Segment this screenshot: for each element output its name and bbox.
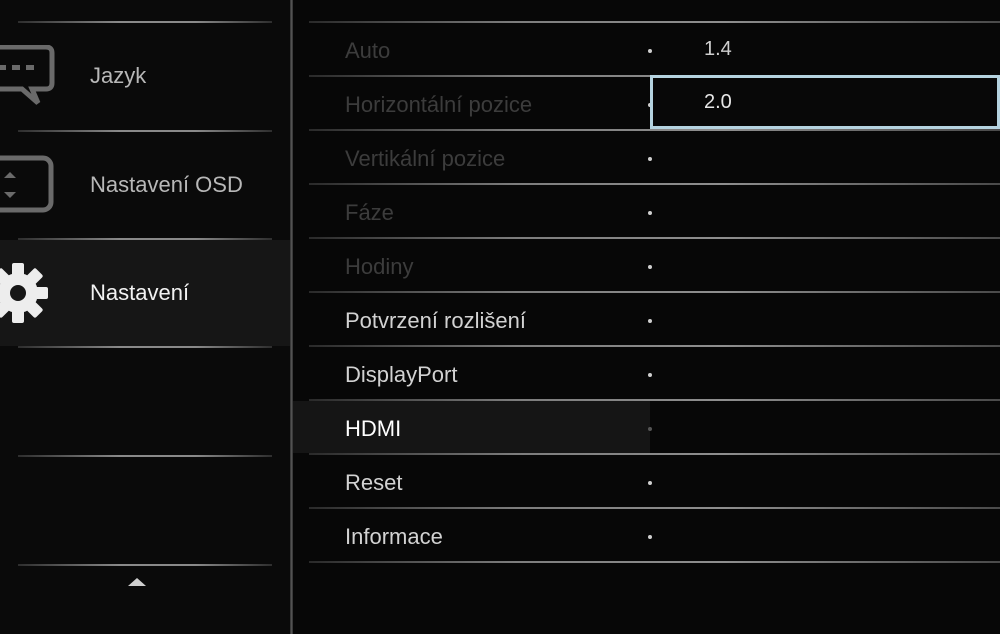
- bullet-icon: [648, 157, 652, 161]
- sidebar-item-jazyk[interactable]: Jazyk: [0, 23, 290, 129]
- menu-item-label: Auto: [345, 38, 391, 63]
- gear-icon: [0, 263, 48, 323]
- menu-item-hdmi[interactable]: HDMI: [293, 399, 1000, 453]
- row-divider: [309, 453, 1000, 455]
- bullet-icon: [648, 319, 652, 323]
- menu-item-label: Horizontální pozice: [345, 92, 533, 117]
- bullet-icon: [648, 211, 652, 215]
- sidebar-item-nastaveni-osd[interactable]: Nastavení OSD: [0, 132, 290, 238]
- osd-frame-icon: [0, 155, 54, 213]
- option-1-4[interactable]: 1.4: [650, 22, 1000, 76]
- sidebar-divider: [18, 455, 272, 457]
- bullet-icon: [648, 481, 652, 485]
- sidebar-item-label: Nastavení OSD: [90, 172, 243, 197]
- menu-item-label: Reset: [345, 470, 403, 495]
- menu-item-label: Fáze: [345, 200, 394, 225]
- menu-item-label: Potvrzení rozlišení: [345, 308, 526, 333]
- menu-item-label: HDMI: [345, 416, 402, 441]
- menu-item-informace[interactable]: Informace: [293, 507, 1000, 563]
- menu-item-reset[interactable]: Reset: [293, 453, 1000, 507]
- menu-item-potvrzeni-rozliseni[interactable]: Potvrzení rozlišení: [293, 291, 1000, 345]
- sidebar: Jazyk Nastavení OSD Nastavení: [0, 0, 290, 634]
- bullet-icon: [648, 535, 652, 539]
- option-label: 2.0: [704, 91, 732, 113]
- menu-item-faze[interactable]: Fáze: [293, 183, 1000, 237]
- bullet-icon: [648, 265, 652, 269]
- sidebar-divider: [18, 564, 272, 566]
- option-2-0[interactable]: 2.0: [650, 75, 1000, 129]
- row-divider: [309, 507, 1000, 509]
- row-divider: [309, 345, 1000, 347]
- chevron-up-icon[interactable]: [128, 578, 146, 586]
- row-divider: [309, 561, 1000, 563]
- row-divider: [309, 183, 1000, 185]
- sidebar-item-nastaveni[interactable]: Nastavení: [0, 240, 290, 346]
- menu-item-label: Vertikální pozice: [345, 146, 506, 171]
- row-divider: [309, 291, 1000, 293]
- bullet-icon: [648, 427, 652, 431]
- option-label: 1.4: [704, 38, 732, 60]
- bullet-icon: [648, 373, 652, 377]
- menu-item-label: Hodiny: [345, 254, 414, 279]
- sidebar-item-label: Nastavení: [90, 280, 190, 305]
- menu-item-vertikalni-pozice[interactable]: Vertikální pozice: [293, 129, 1000, 183]
- menu-item-label: DisplayPort: [345, 362, 458, 387]
- speech-bubble-icon: [0, 45, 55, 105]
- menu-item-hodiny[interactable]: Hodiny: [293, 237, 1000, 291]
- menu-item-label: Informace: [345, 524, 443, 549]
- menu-item-displayport[interactable]: DisplayPort: [293, 345, 1000, 399]
- sidebar-item-label: Jazyk: [90, 63, 147, 88]
- sidebar-divider: [18, 346, 272, 348]
- row-divider: [309, 237, 1000, 239]
- row-divider: [309, 129, 1000, 131]
